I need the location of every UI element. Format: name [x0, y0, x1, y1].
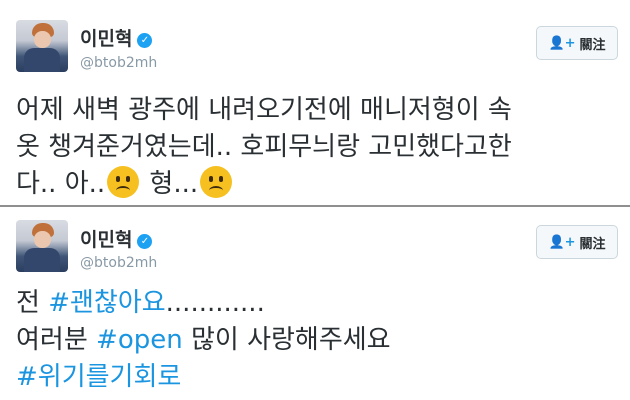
tweet-2: 이민혁 ✓ @btob2mh 👤+ 關注 전 #괜찮아요............ … — [0, 207, 630, 400]
tweet-line: 다.. 아.. — [16, 169, 106, 199]
tweet-line-fragment: 형... — [141, 169, 199, 199]
tweet-text-fragment: 전 — [16, 288, 49, 318]
frowning-face-icon — [107, 166, 140, 198]
avatar[interactable] — [16, 220, 68, 272]
user-handle[interactable]: @btob2mh — [80, 255, 157, 271]
follow-button[interactable]: 👤+ 關注 — [536, 225, 618, 259]
add-user-icon: 👤+ — [548, 35, 576, 51]
follow-button-label: 關注 — [579, 37, 606, 53]
tweet-line: 옷 챙겨준거였는데.. 호피무늬랑 고민했다고한 — [16, 132, 512, 162]
display-name[interactable]: 이민혁 ✓ — [80, 24, 153, 51]
add-user-icon: 👤+ — [548, 234, 576, 250]
follow-button-label: 關注 — [579, 236, 606, 252]
frowning-face-icon — [200, 166, 233, 198]
display-name-text[interactable]: 이민혁 — [80, 28, 132, 50]
verified-badge-icon: ✓ — [137, 33, 153, 48]
avatar[interactable] — [16, 20, 68, 72]
follow-button[interactable]: 👤+ 關注 — [536, 26, 618, 60]
tweet-1: 이민혁 ✓ @btob2mh 👤+ 關注 어제 새벽 광주에 내려오기전에 매니저… — [0, 0, 630, 207]
hashtag-link[interactable]: #open — [96, 325, 183, 355]
tweet-text-fragment: 여러분 — [16, 325, 97, 355]
display-name-text[interactable]: 이민혁 — [80, 229, 132, 251]
tweet-text: 전 #괜찮아요............ 여러분 #open 많이 사랑해주세요 … — [16, 285, 621, 396]
tweet-text-fragment: 많이 사랑해주세요 — [182, 325, 391, 355]
tweet-line: 어제 새벽 광주에 내려오기전에 매니저형이 속 — [16, 95, 512, 125]
tweet-text: 어제 새벽 광주에 내려오기전에 매니저형이 속 옷 챙겨준거였는데.. 호피무… — [16, 92, 621, 203]
hashtag-link[interactable]: #괜찮아요 — [48, 288, 165, 318]
tweet-text-fragment: ............ — [165, 288, 265, 318]
hashtag-link[interactable]: #위기를기회로 — [16, 362, 181, 392]
display-name[interactable]: 이민혁 ✓ — [80, 225, 153, 252]
verified-badge-icon: ✓ — [137, 234, 153, 249]
user-handle[interactable]: @btob2mh — [80, 55, 157, 71]
